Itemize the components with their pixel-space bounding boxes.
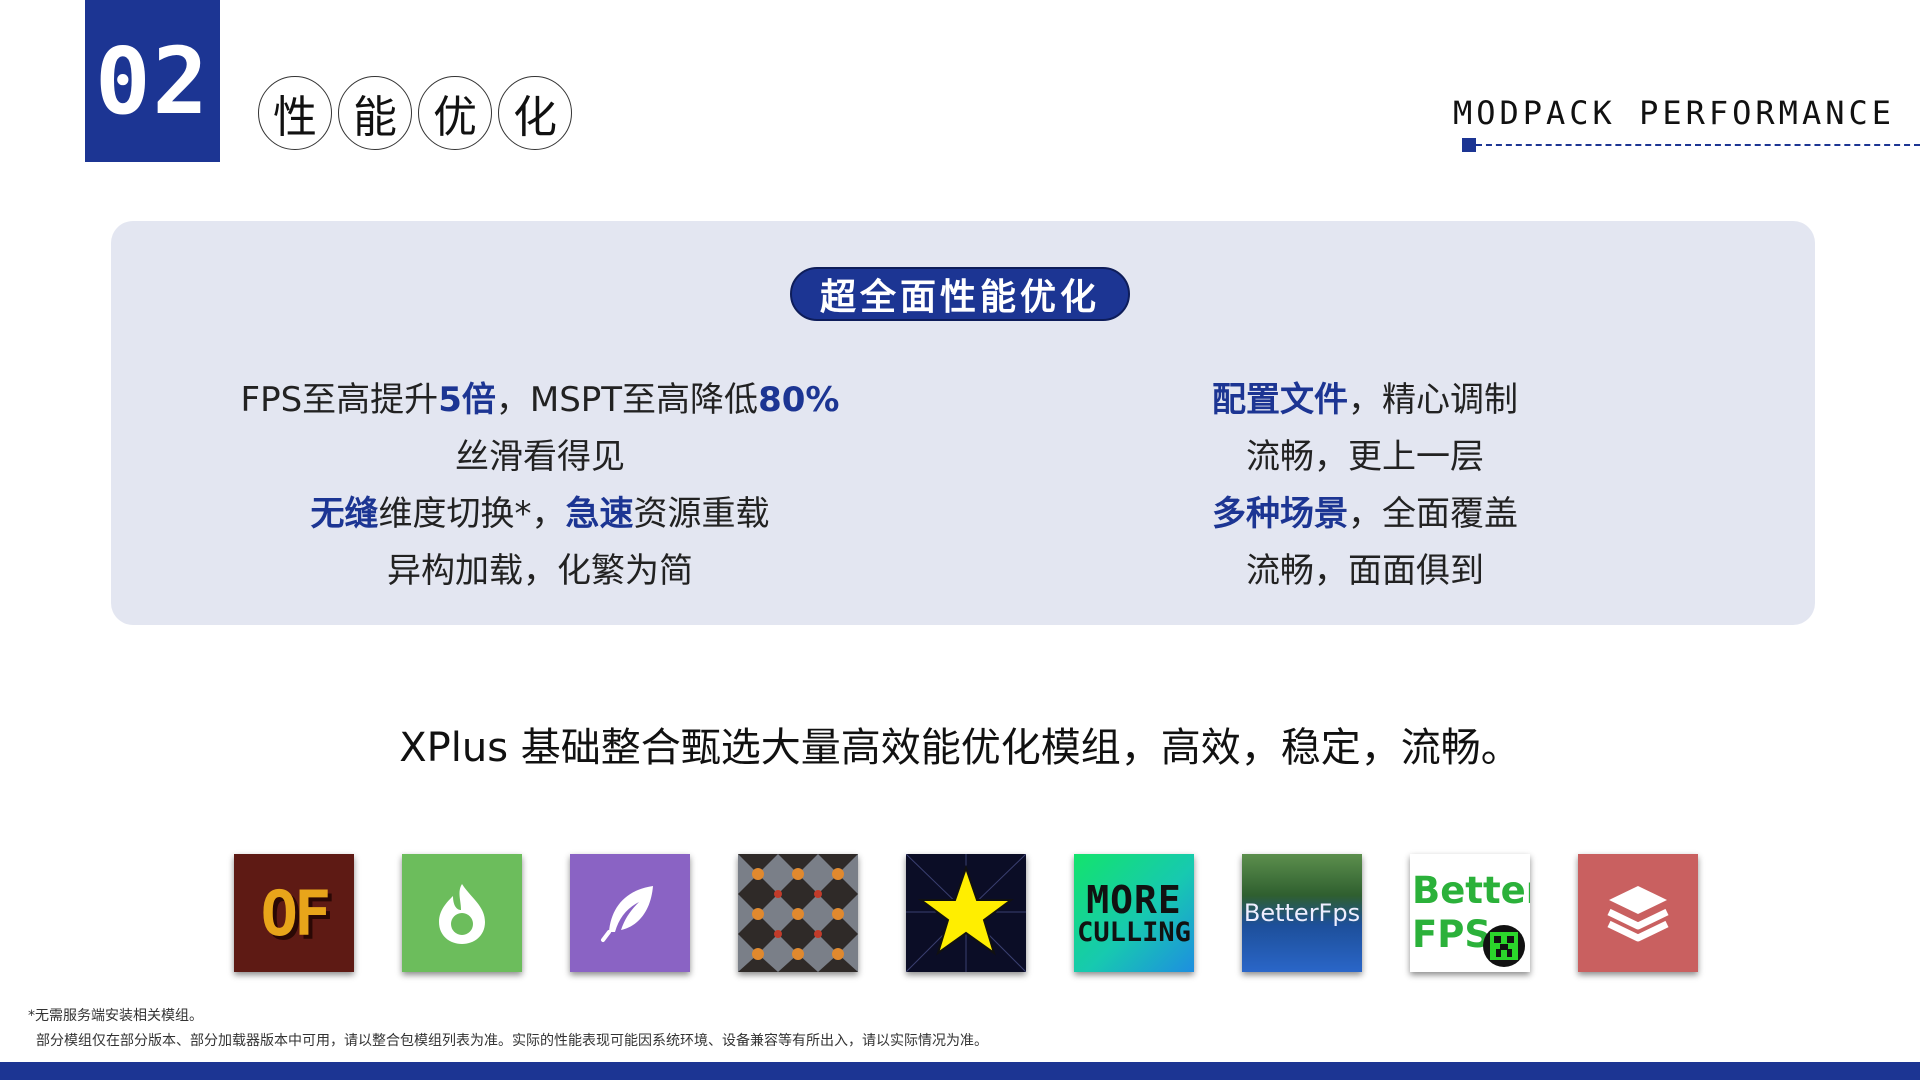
- title-char: 化: [498, 76, 572, 150]
- feature-line: 异构加载，化繁为简: [387, 551, 693, 591]
- feature-highlight: 多种场景: [1212, 494, 1348, 534]
- feature-line: 配置文件，精心调制: [1000, 372, 1730, 429]
- feature-column-left: FPS至高提升5倍，MSPT至高降低80% 丝滑看得见 无缝维度切换*，急速资源…: [170, 372, 910, 600]
- pattern-icon: [738, 854, 858, 972]
- feature-pill-title: 超全面性能优化: [790, 267, 1130, 321]
- layers-glyph: [1607, 886, 1669, 942]
- feature-line: 无缝维度切换*，急速资源重载: [170, 486, 910, 543]
- feature-text: ，全面覆盖: [1348, 494, 1518, 534]
- footnote-disclaimer: 部分模组仅在部分版本、部分加载器版本中可用，请以整合包模组列表为准。实际的性能表…: [36, 1033, 988, 1049]
- layers-icon: [1578, 854, 1698, 972]
- betterfps-icon: Better FPS: [1410, 854, 1530, 972]
- betterfps-label-top: Better: [1412, 869, 1530, 912]
- feather-glyph: [601, 886, 653, 942]
- feature-highlight: 急速: [565, 494, 634, 534]
- footnote-server: *无需服务端安装相关模组。: [28, 1008, 203, 1024]
- section-number: 02: [85, 0, 220, 162]
- star-icon: [906, 854, 1026, 972]
- feature-text: FPS至高提升: [240, 380, 439, 420]
- feature-line: FPS至高提升5倍，MSPT至高降低80%: [170, 372, 910, 429]
- dash-marker: [1462, 138, 1476, 152]
- feature-text: ，精心调制: [1348, 380, 1518, 420]
- flame-glyph: [439, 884, 485, 944]
- tagline: XPlus 基础整合甄选大量高效能优化模组，高效，稳定，流畅。: [399, 725, 1521, 771]
- feature-line: 丝滑看得见: [455, 437, 625, 477]
- title-char: 性: [258, 76, 332, 150]
- title-char: 能: [338, 76, 412, 150]
- feature-highlight: 无缝: [310, 494, 379, 534]
- creeper-gear-icon: [1483, 925, 1525, 967]
- betterfps-scene-label: BetterFps: [1243, 899, 1361, 927]
- optifine-icon-label: OF: [260, 876, 332, 950]
- moreculling-icon: MORE CULLING: [1074, 854, 1194, 972]
- feature-line: 多种场景，全面覆盖: [1000, 486, 1730, 543]
- feature-highlight: 80%: [758, 380, 840, 420]
- feature-text: 资源重载: [633, 494, 770, 534]
- betterfps-scene-icon: BetterFps: [1242, 854, 1362, 972]
- pattern-glyph: [738, 854, 858, 972]
- moreculling-label-bottom: CULLING: [1077, 916, 1191, 948]
- feature-column-right: 配置文件，精心调制 流畅，更上一层 多种场景，全面覆盖 流畅，面面俱到: [1000, 372, 1730, 600]
- feather-icon: [570, 854, 690, 972]
- dash-divider: [1476, 144, 1920, 146]
- moreculling-label-top: MORE: [1086, 877, 1182, 922]
- feature-line: 流畅，更上一层: [1246, 437, 1484, 477]
- bottom-bar: [0, 1062, 1920, 1080]
- flame-icon: [402, 854, 522, 972]
- star-glyph: [906, 854, 1026, 972]
- feature-text: 维度切换*，: [378, 494, 566, 534]
- feature-line: 流畅，面面俱到: [1246, 551, 1484, 591]
- section-title: 性 能 优 化: [258, 76, 572, 150]
- feature-text: ，MSPT至高降低: [495, 380, 759, 420]
- feature-highlight: 配置文件: [1212, 380, 1348, 420]
- optifine-icon: OF: [234, 854, 354, 972]
- moreculling-label: MORE CULLING: [1077, 881, 1191, 946]
- subtitle-en: MODPACK PERFORMANCE: [1452, 94, 1895, 132]
- feature-highlight: 5倍: [438, 380, 496, 420]
- title-char: 优: [418, 76, 492, 150]
